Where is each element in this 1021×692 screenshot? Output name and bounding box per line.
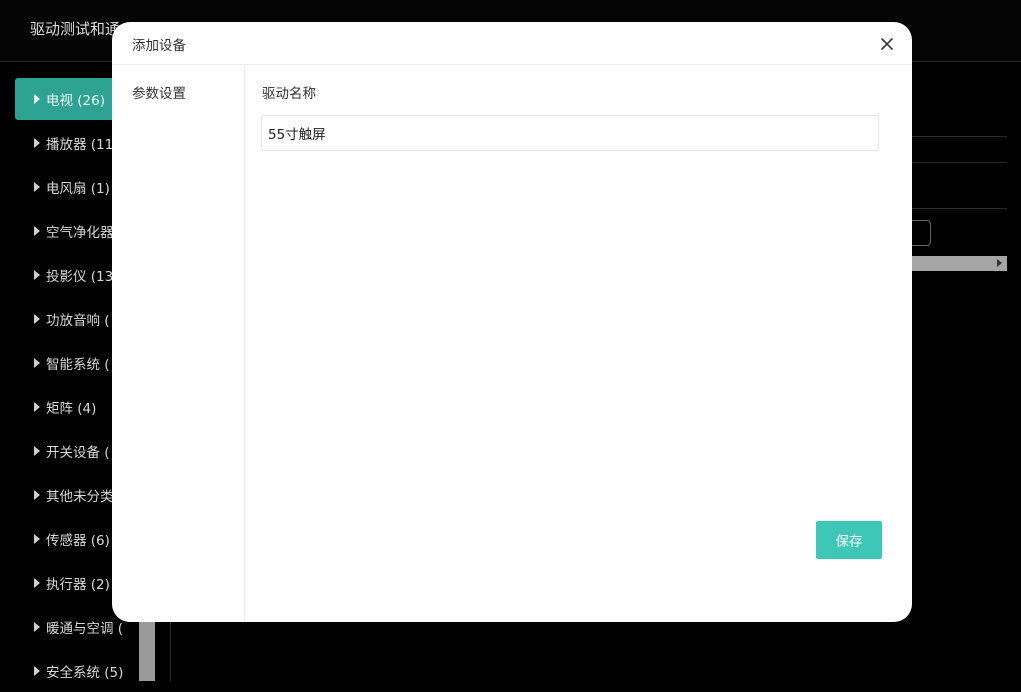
caret-right-icon [34, 578, 40, 588]
caret-right-icon [34, 182, 40, 192]
sidebar-item-label: 矩阵 (4) [46, 401, 97, 417]
caret-right-icon [34, 94, 40, 104]
driver-name-input[interactable] [261, 115, 879, 151]
caret-right-icon [34, 226, 40, 236]
add-device-dialog: 添加设备 参数设置 驱动名称 保存 [112, 22, 912, 622]
sidebar-item-security[interactable]: 安全系统 (5) [15, 650, 150, 692]
caret-right-icon [34, 666, 40, 676]
caret-right-icon [34, 358, 40, 368]
caret-right-icon [34, 402, 40, 412]
sidebar-item-label: 智能系统 ( [46, 357, 110, 373]
background-divider [912, 136, 1007, 137]
sidebar-scrollbar[interactable] [139, 620, 155, 681]
sidebar-item-label: 执行器 (2) [46, 577, 110, 593]
caret-right-icon [34, 622, 40, 632]
driver-name-label: 驱动名称 [262, 86, 316, 102]
background-divider [912, 162, 1007, 163]
nav-item-params[interactable]: 参数设置 [132, 82, 186, 102]
sidebar-item-label: 其他未分类 [46, 489, 114, 505]
sidebar-item-label: 电风扇 (1) [46, 181, 110, 197]
sidebar-item-label: 投影仪 (13) [46, 269, 119, 285]
dialog-title: 添加设备 [132, 38, 186, 54]
save-button[interactable]: 保存 [816, 521, 882, 559]
caret-right-icon [34, 138, 40, 148]
caret-right-icon [34, 314, 40, 324]
arrow-right-icon[interactable] [997, 259, 1002, 267]
background-divider [912, 208, 1007, 209]
dialog-nav: 参数设置 [112, 65, 245, 622]
sidebar-item-label: 开关设备 ( [46, 445, 110, 461]
dialog-header: 添加设备 [112, 22, 912, 65]
caret-right-icon [34, 490, 40, 500]
close-icon[interactable] [878, 35, 896, 53]
sidebar-item-label: 功放音响 ( [46, 313, 110, 329]
caret-right-icon [34, 446, 40, 456]
app-title: 驱动测试和通 [30, 20, 121, 38]
sidebar-item-label: 传感器 (6) [46, 533, 110, 549]
sidebar-item-label: 播放器 (11) [46, 137, 119, 153]
sidebar-item-label: 安全系统 (5) [46, 665, 124, 681]
caret-right-icon [34, 534, 40, 544]
sidebar-item-label: 空气净化器 [46, 225, 114, 241]
sidebar-item-label: 电视 (26) [46, 93, 106, 109]
caret-right-icon [34, 270, 40, 280]
background-horizontal-scrollbar[interactable] [912, 256, 1007, 271]
